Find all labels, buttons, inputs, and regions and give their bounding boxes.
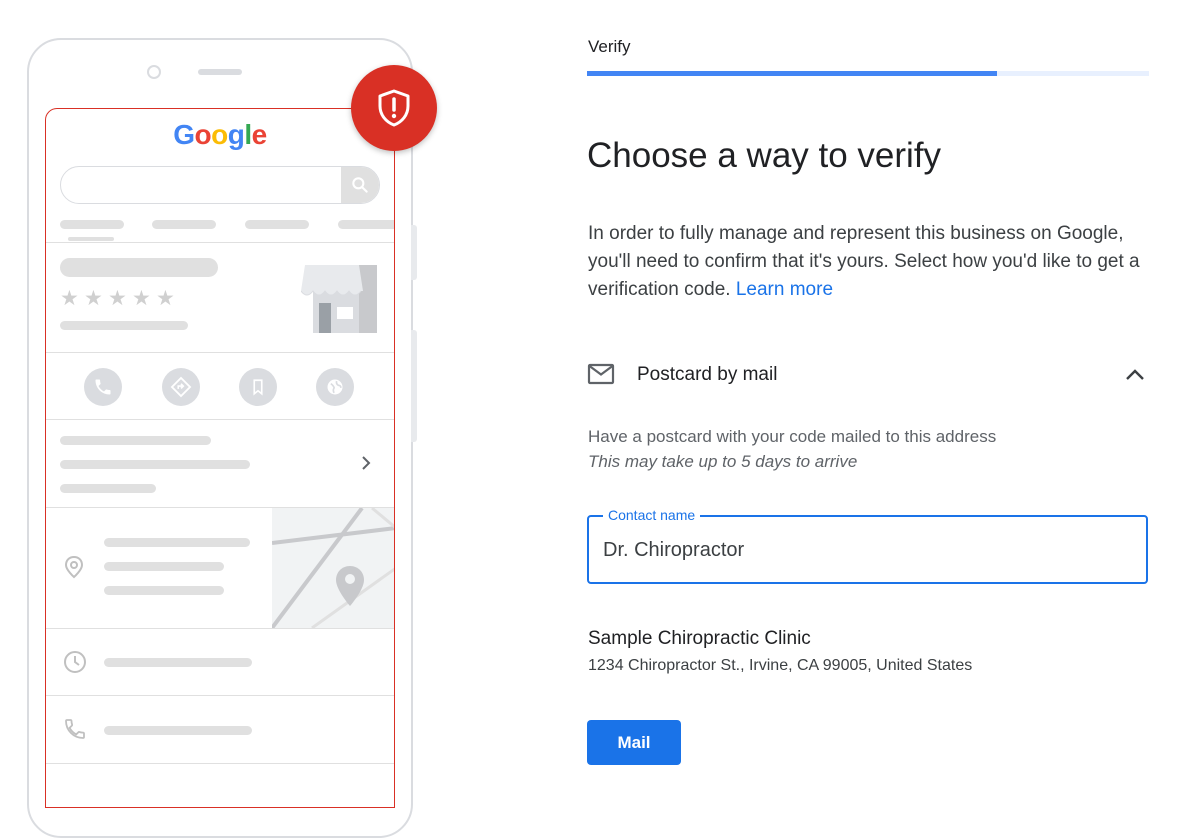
divider	[46, 695, 394, 696]
placeholder-line	[60, 460, 250, 469]
phone-side-button	[411, 225, 417, 280]
chevron-right-icon	[358, 454, 374, 477]
contact-name-input[interactable]	[603, 535, 1123, 565]
divider	[46, 763, 394, 764]
placeholder-tab	[245, 220, 309, 229]
google-logo: Google	[173, 119, 267, 150]
learn-more-link[interactable]: Learn more	[736, 279, 833, 300]
mock-search-bar	[60, 166, 380, 204]
placeholder-line	[60, 436, 211, 445]
placeholder-line	[104, 726, 252, 735]
placeholder-line	[104, 658, 252, 667]
divider	[46, 628, 394, 629]
shield-alert-icon	[351, 65, 437, 151]
placeholder-line	[60, 484, 156, 493]
star-icon: ★	[156, 287, 175, 310]
placeholder-tab	[338, 220, 394, 229]
contact-name-field[interactable]: Contact name	[587, 507, 1148, 584]
postcard-description: Have a postcard with your code mailed to…	[588, 427, 997, 446]
divider	[46, 419, 394, 420]
directions-icon	[162, 368, 200, 406]
star-icon: ★	[60, 287, 79, 310]
phone-speaker	[198, 69, 242, 75]
star-icon: ★	[84, 287, 103, 310]
location-pin-icon	[64, 555, 84, 584]
bookmark-icon	[239, 368, 277, 406]
description-text: In order to fully manage and represent t…	[588, 223, 1140, 300]
mail-button[interactable]: Mail	[587, 720, 681, 765]
phone-camera	[147, 65, 161, 79]
page-description: In order to fully manage and represent t…	[588, 220, 1148, 304]
contact-name-label: Contact name	[603, 507, 701, 523]
step-label: Verify	[588, 37, 631, 56]
mail-icon	[587, 363, 615, 390]
clock-icon	[63, 650, 87, 679]
business-name: Sample Chiropractic Clinic	[588, 628, 811, 649]
placeholder-tab	[152, 220, 216, 229]
search-icon	[341, 167, 379, 203]
map-thumbnail	[272, 508, 394, 628]
divider	[46, 352, 394, 353]
option-label: Postcard by mail	[637, 364, 778, 385]
phone-side-button	[411, 330, 417, 442]
placeholder-line	[104, 562, 224, 571]
postcard-delivery-note: This may take up to 5 days to arrive	[588, 452, 858, 471]
placeholder-tab-indicator	[68, 237, 114, 241]
phone-icon	[84, 368, 122, 406]
placeholder-line	[60, 321, 188, 330]
placeholder-title	[60, 258, 218, 277]
chevron-up-icon[interactable]	[1123, 363, 1147, 392]
phone-icon	[63, 717, 87, 746]
storefront-icon	[300, 261, 379, 338]
progress-bar-fill	[587, 71, 998, 76]
placeholder-line	[104, 586, 224, 595]
globe-icon	[316, 368, 354, 406]
divider	[46, 242, 394, 243]
phone-screen: Google ★ ★ ★ ★ ★	[45, 108, 395, 808]
placeholder-tab	[60, 220, 124, 229]
progress-bar	[587, 71, 1149, 76]
page-title: Choose a way to verify	[587, 136, 942, 175]
business-address: 1234 Chiropractor St., Irvine, CA 99005,…	[588, 657, 973, 674]
star-icon: ★	[108, 287, 127, 310]
placeholder-line	[104, 538, 250, 547]
star-icon: ★	[132, 287, 151, 310]
postcard-option-header[interactable]: Postcard by mail	[587, 355, 1149, 395]
